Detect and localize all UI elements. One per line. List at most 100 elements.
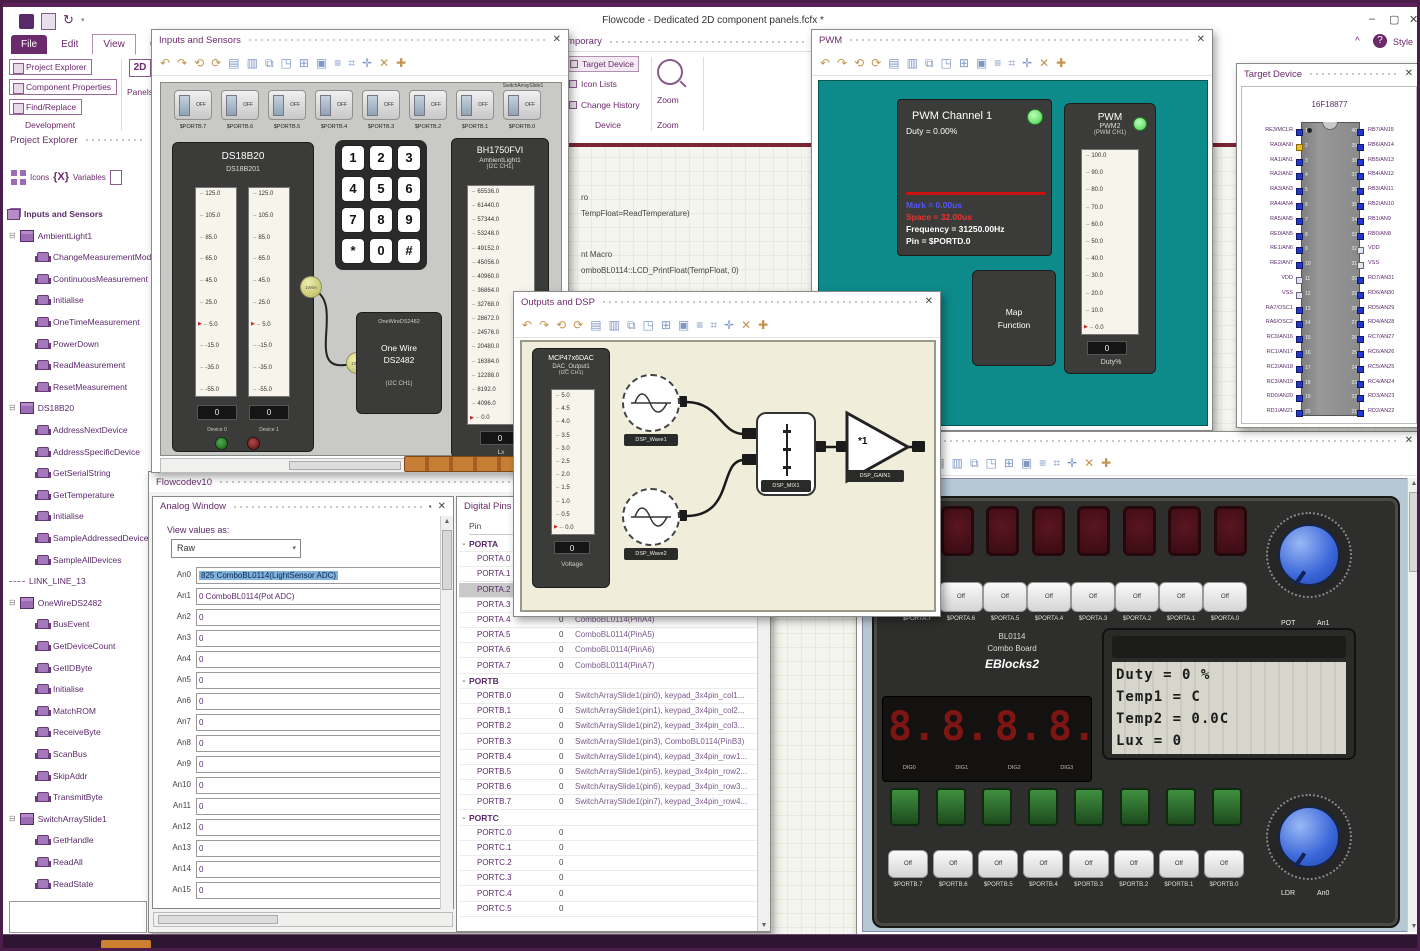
toolbar-icon-14[interactable]: ✚ bbox=[1056, 57, 1066, 69]
toolbar-icon-9[interactable]: ▣ bbox=[316, 57, 327, 69]
tree-item-initialise[interactable]: Initialise bbox=[3, 505, 153, 527]
toolbar-icon-9[interactable]: ▣ bbox=[1021, 457, 1032, 469]
zoom-label[interactable]: Zoom bbox=[657, 95, 679, 105]
toolbar-icon-6[interactable]: ⧉ bbox=[925, 57, 934, 69]
toolbar-icon-0[interactable]: ↶ bbox=[522, 319, 532, 331]
toggle-switch-1[interactable]: OFF bbox=[221, 90, 259, 120]
toolbar-icon-5[interactable]: ▥ bbox=[952, 457, 963, 469]
pin-pad-right[interactable] bbox=[1357, 380, 1364, 388]
scroll-thumb[interactable] bbox=[289, 461, 401, 470]
analog-value-field[interactable]: 0 bbox=[196, 882, 448, 899]
toolbar-icon-10[interactable]: ≡ bbox=[334, 57, 341, 69]
dock-icon[interactable]: ▪ bbox=[429, 502, 432, 511]
toolbar-icon-9[interactable]: ▣ bbox=[976, 57, 987, 69]
pin-pad-left[interactable] bbox=[1296, 262, 1303, 270]
toolbar-icon-10[interactable]: ≡ bbox=[696, 319, 703, 331]
pin-pad-right[interactable] bbox=[1357, 336, 1364, 344]
keypad-key-2[interactable]: 2 bbox=[369, 145, 393, 171]
tab-view[interactable]: View bbox=[92, 34, 136, 55]
toggle-switch-2[interactable]: OFF bbox=[268, 90, 306, 120]
toolbar-icon-11[interactable]: ⌗ bbox=[1008, 57, 1015, 69]
analog-value-field[interactable]: 0 bbox=[196, 693, 448, 710]
pin-pad-left[interactable] bbox=[1296, 203, 1303, 210]
pin-pad-left[interactable] bbox=[1296, 365, 1303, 373]
toolbar-icon-2[interactable]: ⟲ bbox=[854, 57, 864, 69]
tree-item-readmeasurement[interactable]: ReadMeasurement bbox=[3, 354, 153, 376]
toolbar-icon-12[interactable]: ✛ bbox=[1067, 457, 1077, 469]
toolbar-icon-9[interactable]: ▣ bbox=[678, 319, 689, 331]
pin-pad-left[interactable] bbox=[1296, 129, 1303, 136]
scroll-down-icon[interactable]: ▼ bbox=[758, 922, 770, 929]
toolbar-icon-2[interactable]: ⟲ bbox=[556, 319, 566, 331]
analog-value-field[interactable]: 0 bbox=[196, 861, 448, 878]
toolbar-icon-12[interactable]: ✛ bbox=[724, 319, 734, 331]
tree-item-link-line-13[interactable]: LINK_LINE_13 bbox=[3, 570, 153, 592]
toolbar-icon-6[interactable]: ⧉ bbox=[970, 457, 979, 469]
toolbar-icon-11[interactable]: ⌗ bbox=[710, 319, 717, 331]
toolbar-icon-3[interactable]: ⟳ bbox=[871, 57, 881, 69]
tree-item-receivebyte[interactable]: ReceiveByte bbox=[3, 721, 153, 743]
map-function-block[interactable]: Map Function bbox=[972, 270, 1056, 366]
switch-lever[interactable] bbox=[508, 95, 519, 116]
board-button--portb-2[interactable]: Off bbox=[1113, 850, 1154, 878]
board-green-button-4[interactable] bbox=[1074, 788, 1104, 826]
close-icon[interactable]: ✕ bbox=[1197, 35, 1205, 45]
project-explorer-header[interactable]: Project Explorer bbox=[3, 131, 152, 149]
onewire-component[interactable]: OneWireDS2482 One Wire DS2482 (I2C CH1) bbox=[356, 312, 442, 414]
analog-value-field[interactable]: 0 bbox=[196, 714, 448, 731]
keypad-key-4[interactable]: 4 bbox=[341, 176, 365, 202]
pin-pad-right[interactable] bbox=[1357, 410, 1364, 418]
tree-item-getidbyte[interactable]: GetIDByte bbox=[3, 657, 153, 679]
toolbar-icon-1[interactable]: ↷ bbox=[177, 57, 187, 69]
keypad-key-*[interactable]: * bbox=[341, 238, 365, 264]
board-button--porta-6[interactable]: Off bbox=[939, 582, 983, 612]
pin-pad-right[interactable] bbox=[1357, 306, 1364, 314]
toggle-switch-3[interactable]: OFF bbox=[315, 90, 353, 120]
tree-item-resetmeasurement[interactable]: ResetMeasurement bbox=[3, 376, 153, 398]
tree-item-addressspecificdevice[interactable]: AddressSpecificDevice bbox=[3, 441, 153, 463]
tree-item-switcharrayslide1[interactable]: ⊟ SwitchArraySlide1 bbox=[3, 808, 153, 830]
group-collapse-icon[interactable]: ⌄ bbox=[461, 813, 467, 821]
pin-pad-left[interactable] bbox=[1296, 351, 1303, 358]
inputs-titlebar[interactable]: Inputs and Sensors ✕ bbox=[152, 30, 568, 50]
digital-row-portb-1[interactable]: PORTB.1 0 SwitchArraySlide1(pin1), keypad_… bbox=[459, 704, 757, 720]
icons-tab-label[interactable]: Icons bbox=[30, 173, 49, 182]
pot-knob[interactable] bbox=[1278, 524, 1340, 586]
digital-row-portc-2[interactable]: PORTC.2 0 bbox=[459, 856, 757, 872]
board-button--portb-5[interactable]: Off bbox=[978, 850, 1019, 878]
pin-pad-left[interactable] bbox=[1296, 336, 1303, 344]
close-icon[interactable]: ✕ bbox=[553, 35, 561, 45]
toggle-icon-lists[interactable]: Icon Lists bbox=[565, 77, 621, 91]
pin-pad-left[interactable] bbox=[1296, 158, 1303, 166]
toolbar-icon-6[interactable]: ⧉ bbox=[627, 319, 636, 331]
variables-tab-label[interactable]: Variables bbox=[73, 173, 106, 182]
scroll-down-icon[interactable]: ▼ bbox=[1408, 923, 1417, 930]
switch-lever[interactable] bbox=[414, 95, 425, 116]
toggle-switch-7[interactable]: OFF bbox=[503, 90, 541, 120]
toolbar-icon-7[interactable]: ◳ bbox=[986, 457, 997, 469]
toolbar-icon-8[interactable]: ⊞ bbox=[299, 57, 309, 69]
tree-item-ambientlight1[interactable]: ⊟ AmbientLight1 bbox=[3, 225, 153, 247]
toolbar-icon-5[interactable]: ▥ bbox=[609, 319, 620, 331]
digital-row-portc-3[interactable]: PORTC.3 0 bbox=[459, 871, 757, 887]
expander-icon[interactable]: ⊟ bbox=[9, 231, 16, 240]
toggle-change-history[interactable]: Change History bbox=[565, 98, 644, 112]
toolbar-icon-1[interactable]: ↷ bbox=[539, 319, 549, 331]
board-button--portb-4[interactable]: Off bbox=[1023, 850, 1064, 878]
digital-row-portb-3[interactable]: PORTB.3 0 SwitchArraySlide1(pin3), ComboBL… bbox=[459, 735, 757, 750]
tree-item-busevent[interactable]: BusEvent bbox=[3, 613, 153, 635]
document-tab-temporary[interactable]: Temporary bbox=[551, 32, 813, 52]
pwm-channel1-block[interactable]: PWM Channel 1 Duty = 0.00% Mark = 0.00us… bbox=[897, 99, 1052, 256]
pin-pad-right[interactable] bbox=[1357, 188, 1364, 196]
toolbar-icon-11[interactable]: ⌗ bbox=[1053, 457, 1060, 469]
maximize-button[interactable]: ▢ bbox=[1389, 13, 1399, 26]
toolbar-icon-0[interactable]: ↶ bbox=[820, 57, 830, 69]
digital-row-porta-6[interactable]: PORTA.6 0 ComboBL0114(PinA6) bbox=[459, 643, 757, 659]
tree-item-samplealldevices[interactable]: SampleAllDevices bbox=[3, 549, 153, 571]
pin-pad-left[interactable] bbox=[1296, 410, 1303, 418]
ldr-knob[interactable] bbox=[1278, 806, 1340, 868]
panel-2d-button[interactable]: 2D bbox=[129, 59, 151, 77]
tree-item-getserialstring[interactable]: GetSerialString bbox=[3, 462, 153, 484]
dsp-wave1-component[interactable] bbox=[622, 374, 680, 432]
analog-scrollbar[interactable]: ▲ bbox=[440, 516, 453, 909]
